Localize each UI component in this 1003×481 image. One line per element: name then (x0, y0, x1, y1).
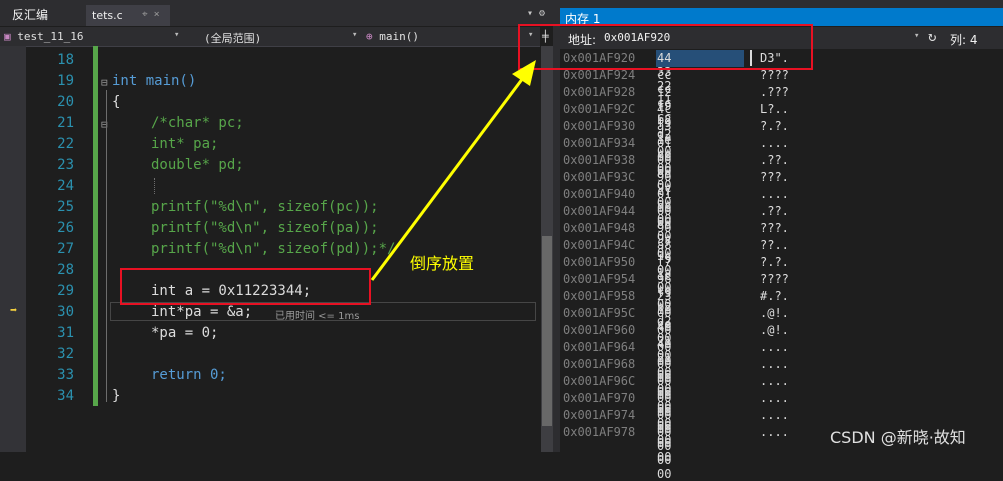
watermark: CSDN @新晓·故知 (830, 428, 966, 447)
annotation-label: 倒序放置 (410, 254, 475, 273)
annotation-arrow (370, 60, 536, 281)
